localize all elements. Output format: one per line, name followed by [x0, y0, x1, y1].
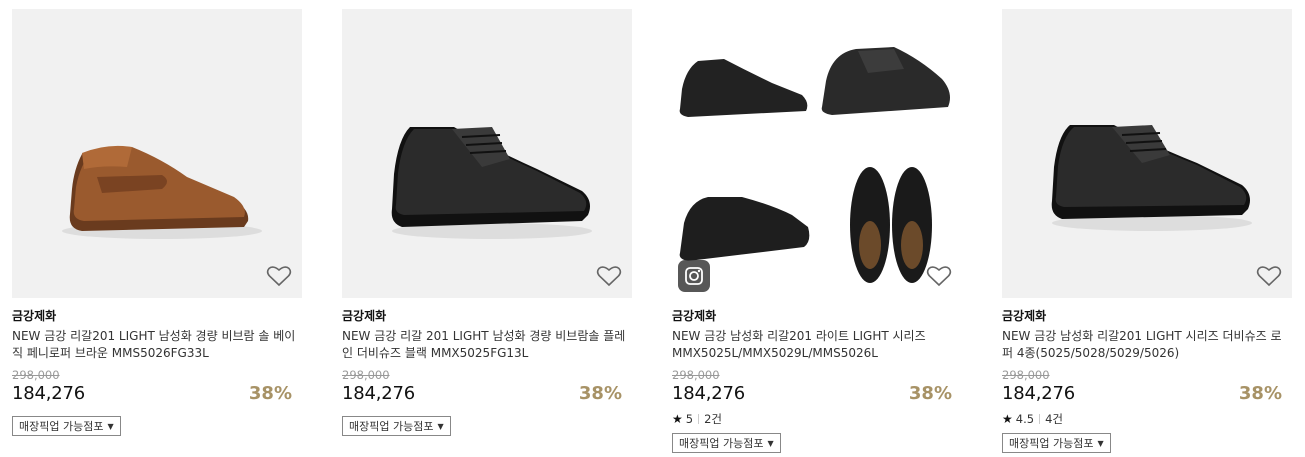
original-price: 298,000: [1002, 368, 1050, 382]
black-derby-shoe-image: [391, 127, 592, 239]
price-row: 184,276 38%: [1002, 384, 1292, 406]
store-pickup-dropdown[interactable]: 매장픽업 가능점포 ▼: [12, 416, 121, 436]
original-price: 298,000: [12, 368, 60, 382]
heart-outline-icon[interactable]: [596, 264, 622, 288]
brand-name[interactable]: 금강제화: [1002, 309, 1292, 323]
instagram-icon[interactable]: [678, 260, 710, 292]
discount-rate: 38%: [908, 383, 952, 404]
store-pickup-dropdown[interactable]: 매장픽업 가능점포 ▼: [1002, 433, 1111, 453]
sale-price: 184,276: [672, 383, 746, 404]
review-count: 4건: [1045, 412, 1063, 426]
heart-outline-icon[interactable]: [266, 264, 292, 288]
product-title[interactable]: NEW 금강 남성화 리갈201 라이트 LIGHT 시리즈 MMX5025L/…: [672, 328, 962, 362]
sale-price: 184,276: [342, 383, 416, 404]
rating-divider: [1039, 414, 1041, 424]
product-image[interactable]: [12, 9, 302, 298]
product-title[interactable]: NEW 금강 리갈 201 LIGHT 남성화 경량 비브람솔 플레인 더비슈즈…: [342, 328, 632, 362]
brown-penny-loafer-image: [62, 145, 262, 239]
product-image[interactable]: [1002, 9, 1292, 298]
caret-down-icon: ▼: [107, 421, 114, 431]
rating-divider: [698, 414, 700, 424]
rating-summary[interactable]: ★ 5 2건: [672, 412, 962, 426]
product-image[interactable]: [342, 9, 632, 298]
heart-outline-icon[interactable]: [1256, 264, 1282, 288]
caret-down-icon: ▼: [1097, 438, 1104, 448]
rating-score: 5: [685, 412, 694, 426]
product-grid: 금강제화 NEW 금강 리갈201 LIGHT 남성화 경량 비브람 솔 베이직…: [0, 0, 1305, 457]
product-card[interactable]: 금강제화 NEW 금강 리갈 201 LIGHT 남성화 경량 비브람솔 플레인…: [342, 9, 632, 436]
store-pickup-dropdown[interactable]: 매장픽업 가능점포 ▼: [342, 416, 451, 436]
caret-down-icon: ▼: [437, 421, 444, 431]
price-row: 184,276 38%: [12, 384, 302, 406]
product-card[interactable]: 금강제화 NEW 금강 리갈201 LIGHT 남성화 경량 비브람 솔 베이직…: [12, 9, 302, 436]
product-card[interactable]: 금강제화 NEW 금강 남성화 리갈201 라이트 LIGHT 시리즈 MMX5…: [672, 9, 962, 453]
price-row: 184,276 38%: [672, 384, 962, 406]
store-pickup-label: 매장픽업 가능점포: [349, 420, 434, 433]
discount-rate: 38%: [248, 383, 292, 404]
black-derby-shoe-image: [1051, 125, 1252, 231]
brand-name[interactable]: 금강제화: [12, 309, 302, 323]
sale-price: 184,276: [1002, 383, 1076, 404]
product-image[interactable]: [672, 9, 962, 298]
store-pickup-dropdown[interactable]: 매장픽업 가능점포 ▼: [672, 433, 781, 453]
rating-score: 4.5: [1015, 412, 1035, 426]
original-price: 298,000: [342, 368, 390, 382]
sale-price: 184,276: [12, 383, 86, 404]
original-price: 298,000: [672, 368, 720, 382]
star-icon: ★: [1002, 412, 1013, 426]
price-row: 184,276 38%: [342, 384, 632, 406]
product-title[interactable]: NEW 금강 리갈201 LIGHT 남성화 경량 비브람 솔 베이직 페니로퍼…: [12, 328, 302, 362]
four-shoe-collage-image: [679, 47, 950, 283]
store-pickup-label: 매장픽업 가능점포: [679, 437, 764, 450]
store-pickup-label: 매장픽업 가능점포: [19, 420, 104, 433]
discount-rate: 38%: [578, 383, 622, 404]
brand-name[interactable]: 금강제화: [342, 309, 632, 323]
caret-down-icon: ▼: [767, 438, 774, 448]
review-count: 2건: [704, 412, 722, 426]
brand-name[interactable]: 금강제화: [672, 309, 962, 323]
star-icon: ★: [672, 412, 683, 426]
heart-outline-icon[interactable]: [926, 264, 952, 288]
store-pickup-label: 매장픽업 가능점포: [1009, 437, 1094, 450]
rating-summary[interactable]: ★ 4.5 4건: [1002, 412, 1292, 426]
discount-rate: 38%: [1238, 383, 1282, 404]
product-card[interactable]: 금강제화 NEW 금강 남성화 리갈201 LIGHT 시리즈 더비슈즈 로퍼 …: [1002, 9, 1292, 453]
product-title[interactable]: NEW 금강 남성화 리갈201 LIGHT 시리즈 더비슈즈 로퍼 4종(50…: [1002, 328, 1292, 362]
